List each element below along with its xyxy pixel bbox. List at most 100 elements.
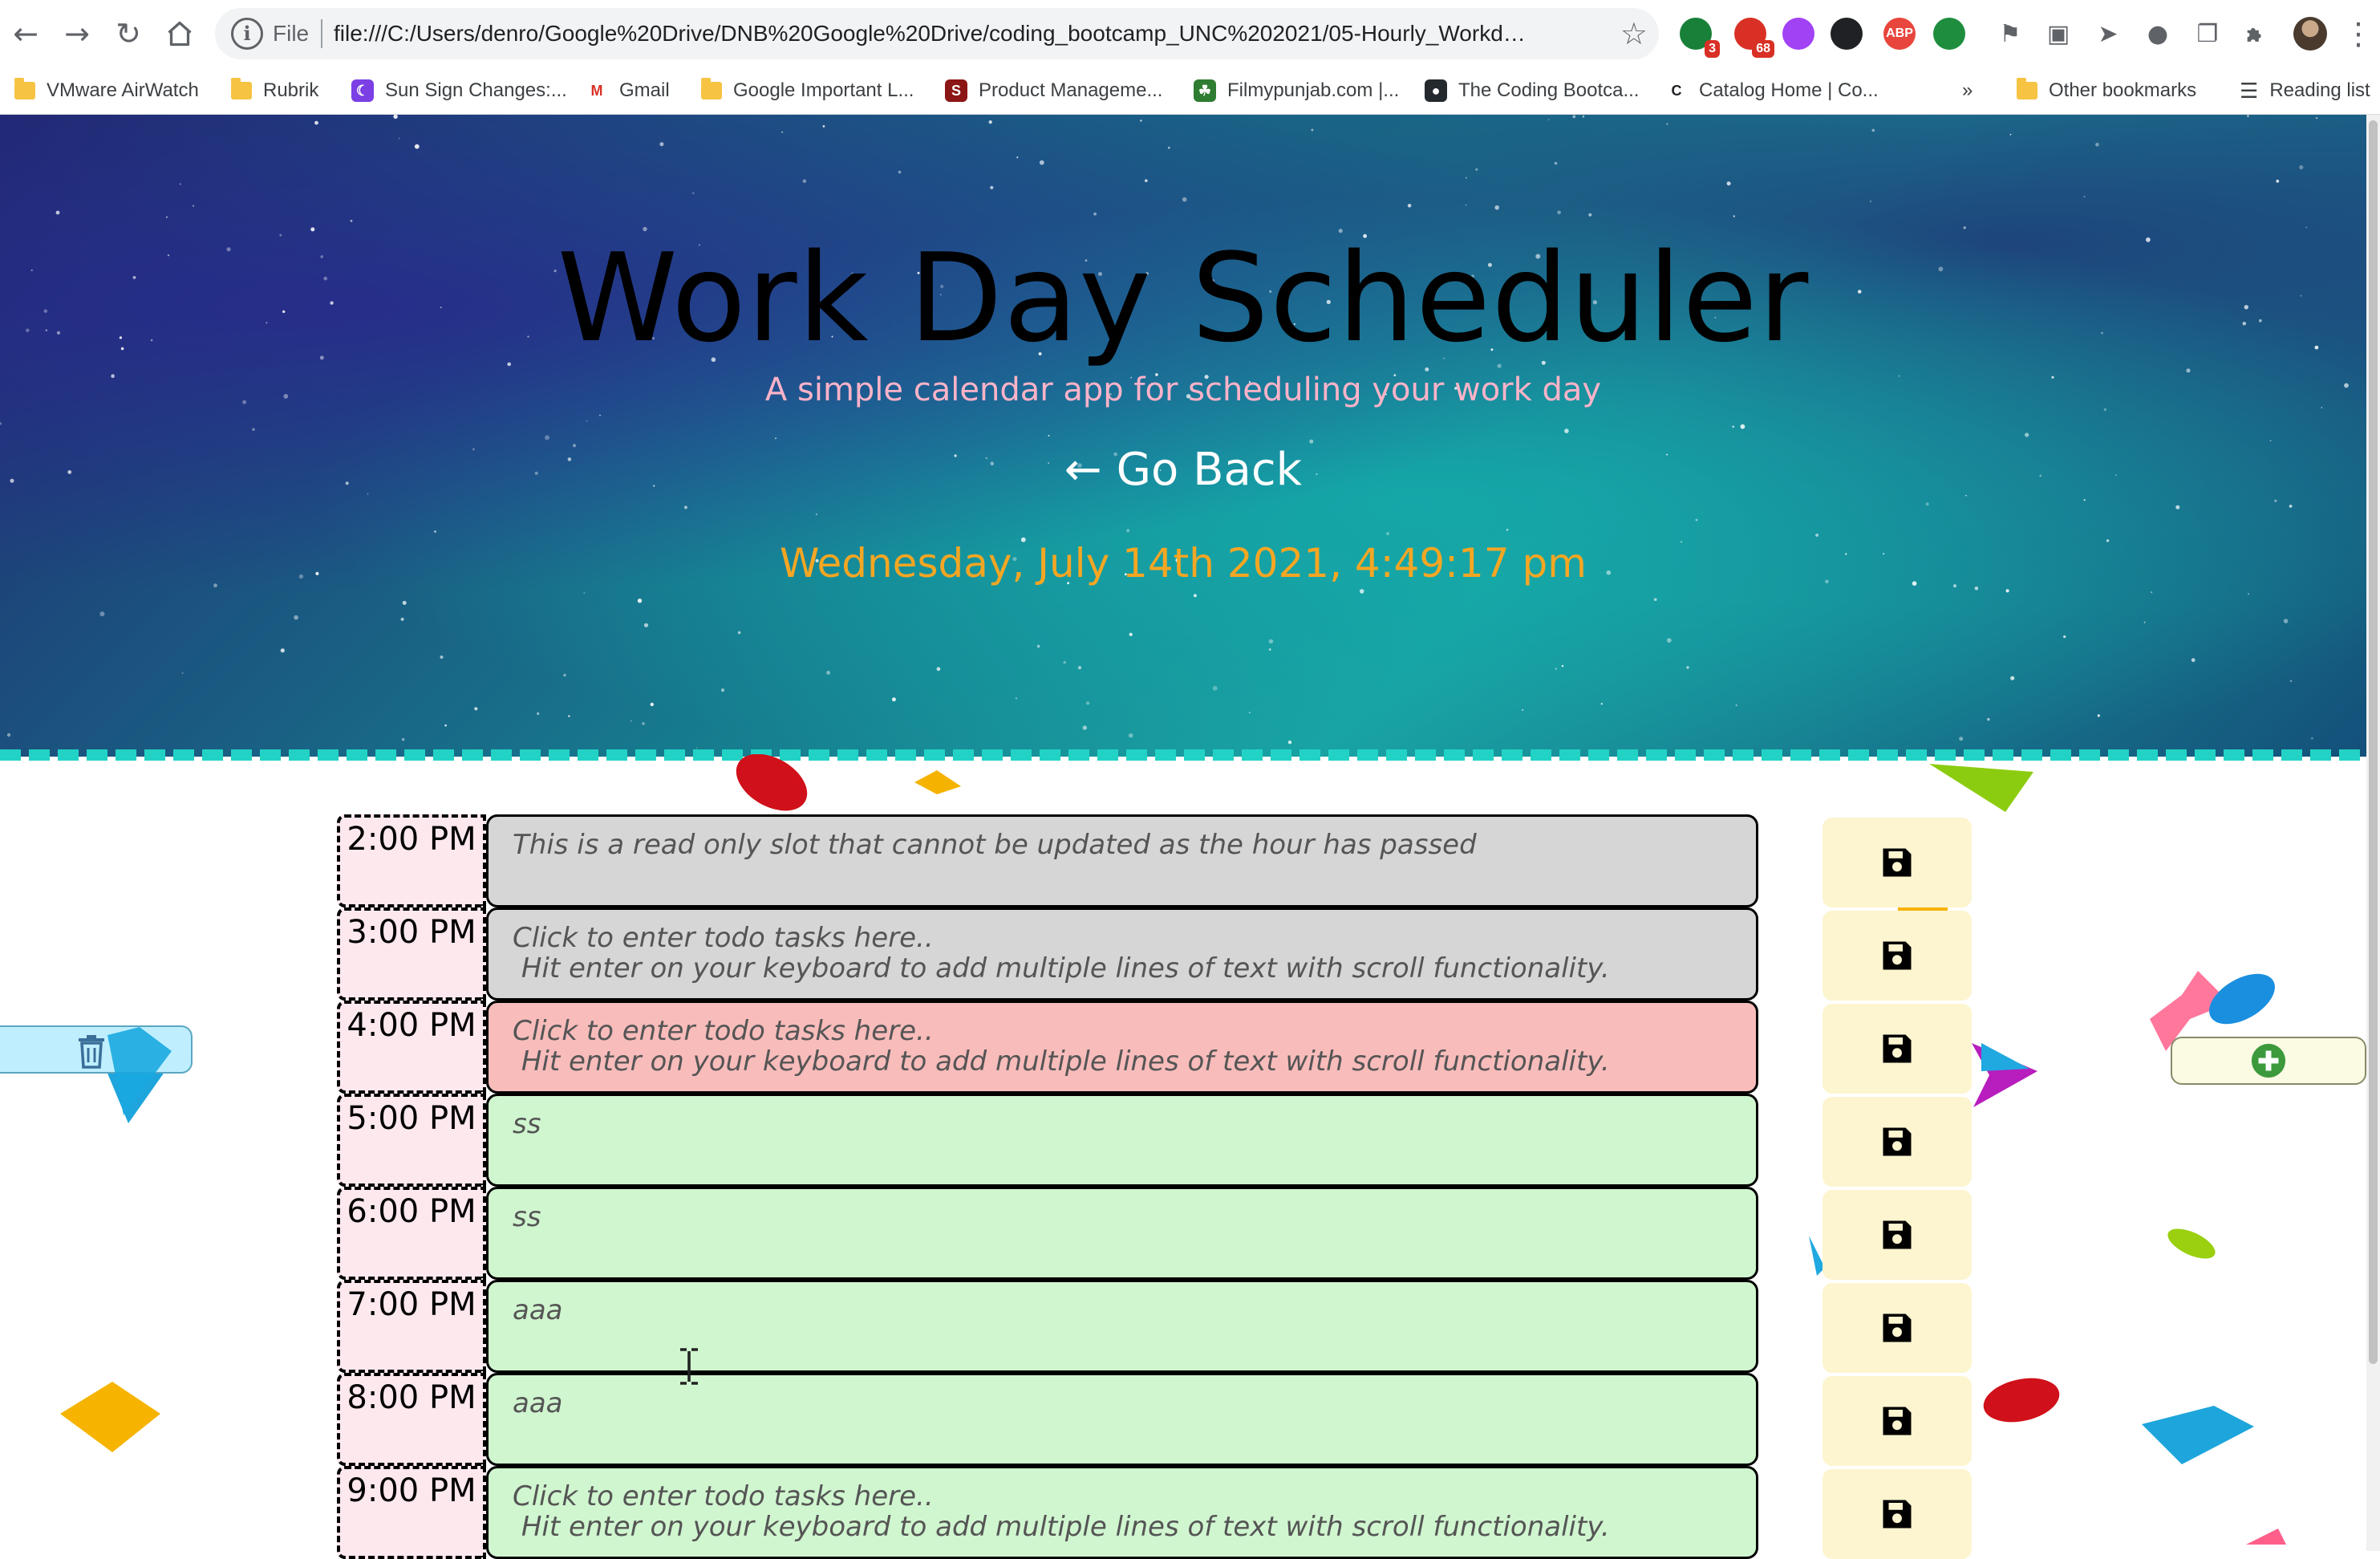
star-dot: [815, 514, 817, 516]
screenshot-ext-icon[interactable]: ▣: [2036, 11, 2081, 56]
gmail-ext-icon[interactable]: 68: [1734, 18, 1774, 58]
star-dot: [1582, 116, 1585, 118]
star-dot: [1126, 529, 1130, 533]
star-dot: [1145, 179, 1148, 182]
task-textarea[interactable]: aaa: [486, 1280, 1758, 1373]
bookmark-item[interactable]: VMware AirWatch: [14, 74, 199, 108]
star-dot: [1128, 733, 1133, 738]
star-dot: [650, 702, 654, 707]
bookmark-item[interactable]: ● The Coding Bootca...: [1425, 74, 1639, 108]
star-dot: [1212, 685, 1218, 691]
star-dot: [2010, 676, 2015, 680]
star-dot: [1564, 428, 1569, 433]
bookmark-item[interactable]: Rubrik: [231, 74, 318, 108]
profile-avatar-icon[interactable]: [2288, 11, 2333, 56]
extensions-puzzle-icon[interactable]: [2234, 11, 2279, 56]
bookmark-label: Gmail: [619, 79, 670, 101]
star-dot: [1695, 518, 1698, 522]
star-dot: [2316, 117, 2318, 120]
reload-icon[interactable]: ↻: [106, 11, 151, 56]
url-text[interactable]: file:///C:/Users/denro/Google%20Drive/DN…: [334, 18, 1537, 50]
bookmark-item[interactable]: M Gmail: [586, 74, 670, 108]
add-row-button[interactable]: [2171, 1037, 2366, 1085]
confetti-green-triangle: [1929, 764, 2033, 812]
save-button[interactable]: [1823, 1376, 1972, 1466]
time-block-row: 2:00 PM This is a read only slot that can…: [337, 814, 1973, 907]
address-bar[interactable]: i File file:///C:/Users/denro/Google%20D…: [215, 8, 1659, 59]
bookmarks-overflow-button[interactable]: »: [1962, 74, 1973, 108]
hour-label: 4:00 PM: [337, 1001, 486, 1094]
page-scrollbar-thumb[interactable]: [2369, 120, 2378, 1364]
star-dot: [642, 722, 645, 725]
pen-ext-icon[interactable]: [1782, 18, 1814, 50]
task-textarea[interactable]: Click to enter todo tasks here.. Hit ent…: [486, 1466, 1758, 1559]
star-dot: [659, 142, 664, 147]
star-dot: [1268, 648, 1271, 651]
task-textarea[interactable]: ss: [486, 1094, 1758, 1187]
star-dot: [252, 428, 255, 431]
bookmark-item[interactable]: S Product Manageme...: [945, 74, 1162, 108]
browser-menu-icon[interactable]: ⋮: [2336, 11, 2380, 56]
check-ext-icon[interactable]: [1933, 18, 1965, 50]
task-textarea[interactable]: Click to enter todo tasks here.. Hit ent…: [486, 907, 1758, 1001]
save-button[interactable]: [1823, 1004, 1972, 1094]
ext-green-icon[interactable]: 3: [1680, 18, 1720, 58]
star-dot: [1287, 740, 1292, 745]
star-dot: [2289, 505, 2293, 508]
time-block-row: 3:00 PM Click to enter todo tasks here.. …: [337, 907, 1973, 1001]
back-arrow-icon[interactable]: ←: [3, 11, 48, 56]
bookmarks-bar: VMware AirWatch Rubrik ☾ Sun Sign Changes:.…: [0, 67, 2380, 114]
save-button[interactable]: [1823, 911, 1972, 1001]
time-block-row: 5:00 PM ss: [337, 1094, 1973, 1187]
star-dot: [1572, 115, 1576, 119]
flag-ext-icon[interactable]: ⚑: [1988, 11, 2033, 56]
save-button[interactable]: [1823, 1469, 1972, 1559]
plus-circle-icon: [2251, 1043, 2286, 1078]
bookmark-star-icon[interactable]: ☆: [1620, 14, 1648, 53]
star-dot: [402, 600, 407, 605]
save-button[interactable]: [1823, 1097, 1972, 1187]
bookmark-item[interactable]: ☾ Sun Sign Changes:...: [351, 74, 567, 108]
bookmark-item[interactable]: Google Important L...: [701, 74, 914, 108]
share-ext-icon[interactable]: ➤: [2086, 11, 2131, 56]
save-button[interactable]: [1823, 818, 1972, 907]
star-dot: [1386, 532, 1389, 535]
time-block-row: 7:00 PM aaa: [337, 1280, 1973, 1373]
star-dot: [1193, 594, 1197, 598]
star-dot: [1726, 181, 1731, 186]
forward-arrow-icon[interactable]: →: [55, 11, 99, 56]
star-dot: [1359, 589, 1364, 594]
star-dot: [192, 205, 195, 207]
star-dot: [1600, 703, 1604, 705]
save-button[interactable]: [1823, 1190, 1972, 1280]
text-cursor-icon: [680, 1348, 698, 1385]
site-info-icon[interactable]: i: [231, 18, 263, 50]
pip-ext-icon[interactable]: [1831, 18, 1863, 50]
adblock-ext-icon[interactable]: ABP: [1883, 18, 1916, 50]
copy-ext-icon[interactable]: ❐: [2185, 11, 2230, 56]
purple-ext-icon[interactable]: ●: [2135, 11, 2180, 56]
task-textarea[interactable]: Click to enter todo tasks here.. Hit ent…: [486, 1001, 1758, 1094]
floppy-disk-icon: [1883, 1407, 1912, 1435]
star-dot: [1522, 708, 1524, 711]
star-dot: [563, 673, 566, 677]
star-dot: [537, 712, 540, 716]
bookmark-item[interactable]: ☘ Filmypunjab.com |...: [1194, 74, 1399, 108]
star-dot: [599, 414, 601, 416]
star-dot: [2269, 440, 2272, 442]
hour-label: 7:00 PM: [337, 1280, 486, 1373]
reading-list[interactable]: ☰ Reading list: [2240, 74, 2370, 108]
delete-all-button[interactable]: [0, 1025, 193, 1115]
star-dot: [1407, 204, 1412, 208]
save-button[interactable]: [1823, 1283, 1972, 1373]
bookmark-item[interactable]: C Catalog Home | Co...: [1665, 74, 1879, 108]
star-dot: [1465, 177, 1467, 179]
task-textarea[interactable]: aaa: [486, 1373, 1758, 1466]
other-bookmarks-label: Other bookmarks: [2049, 79, 2197, 101]
other-bookmarks[interactable]: Other bookmarks: [2017, 74, 2196, 108]
go-back-link[interactable]: ← Go Back: [0, 444, 2366, 496]
home-icon[interactable]: [157, 11, 202, 56]
star-dot: [1740, 424, 1745, 429]
star-dot: [586, 420, 588, 422]
task-textarea[interactable]: ss: [486, 1187, 1758, 1280]
